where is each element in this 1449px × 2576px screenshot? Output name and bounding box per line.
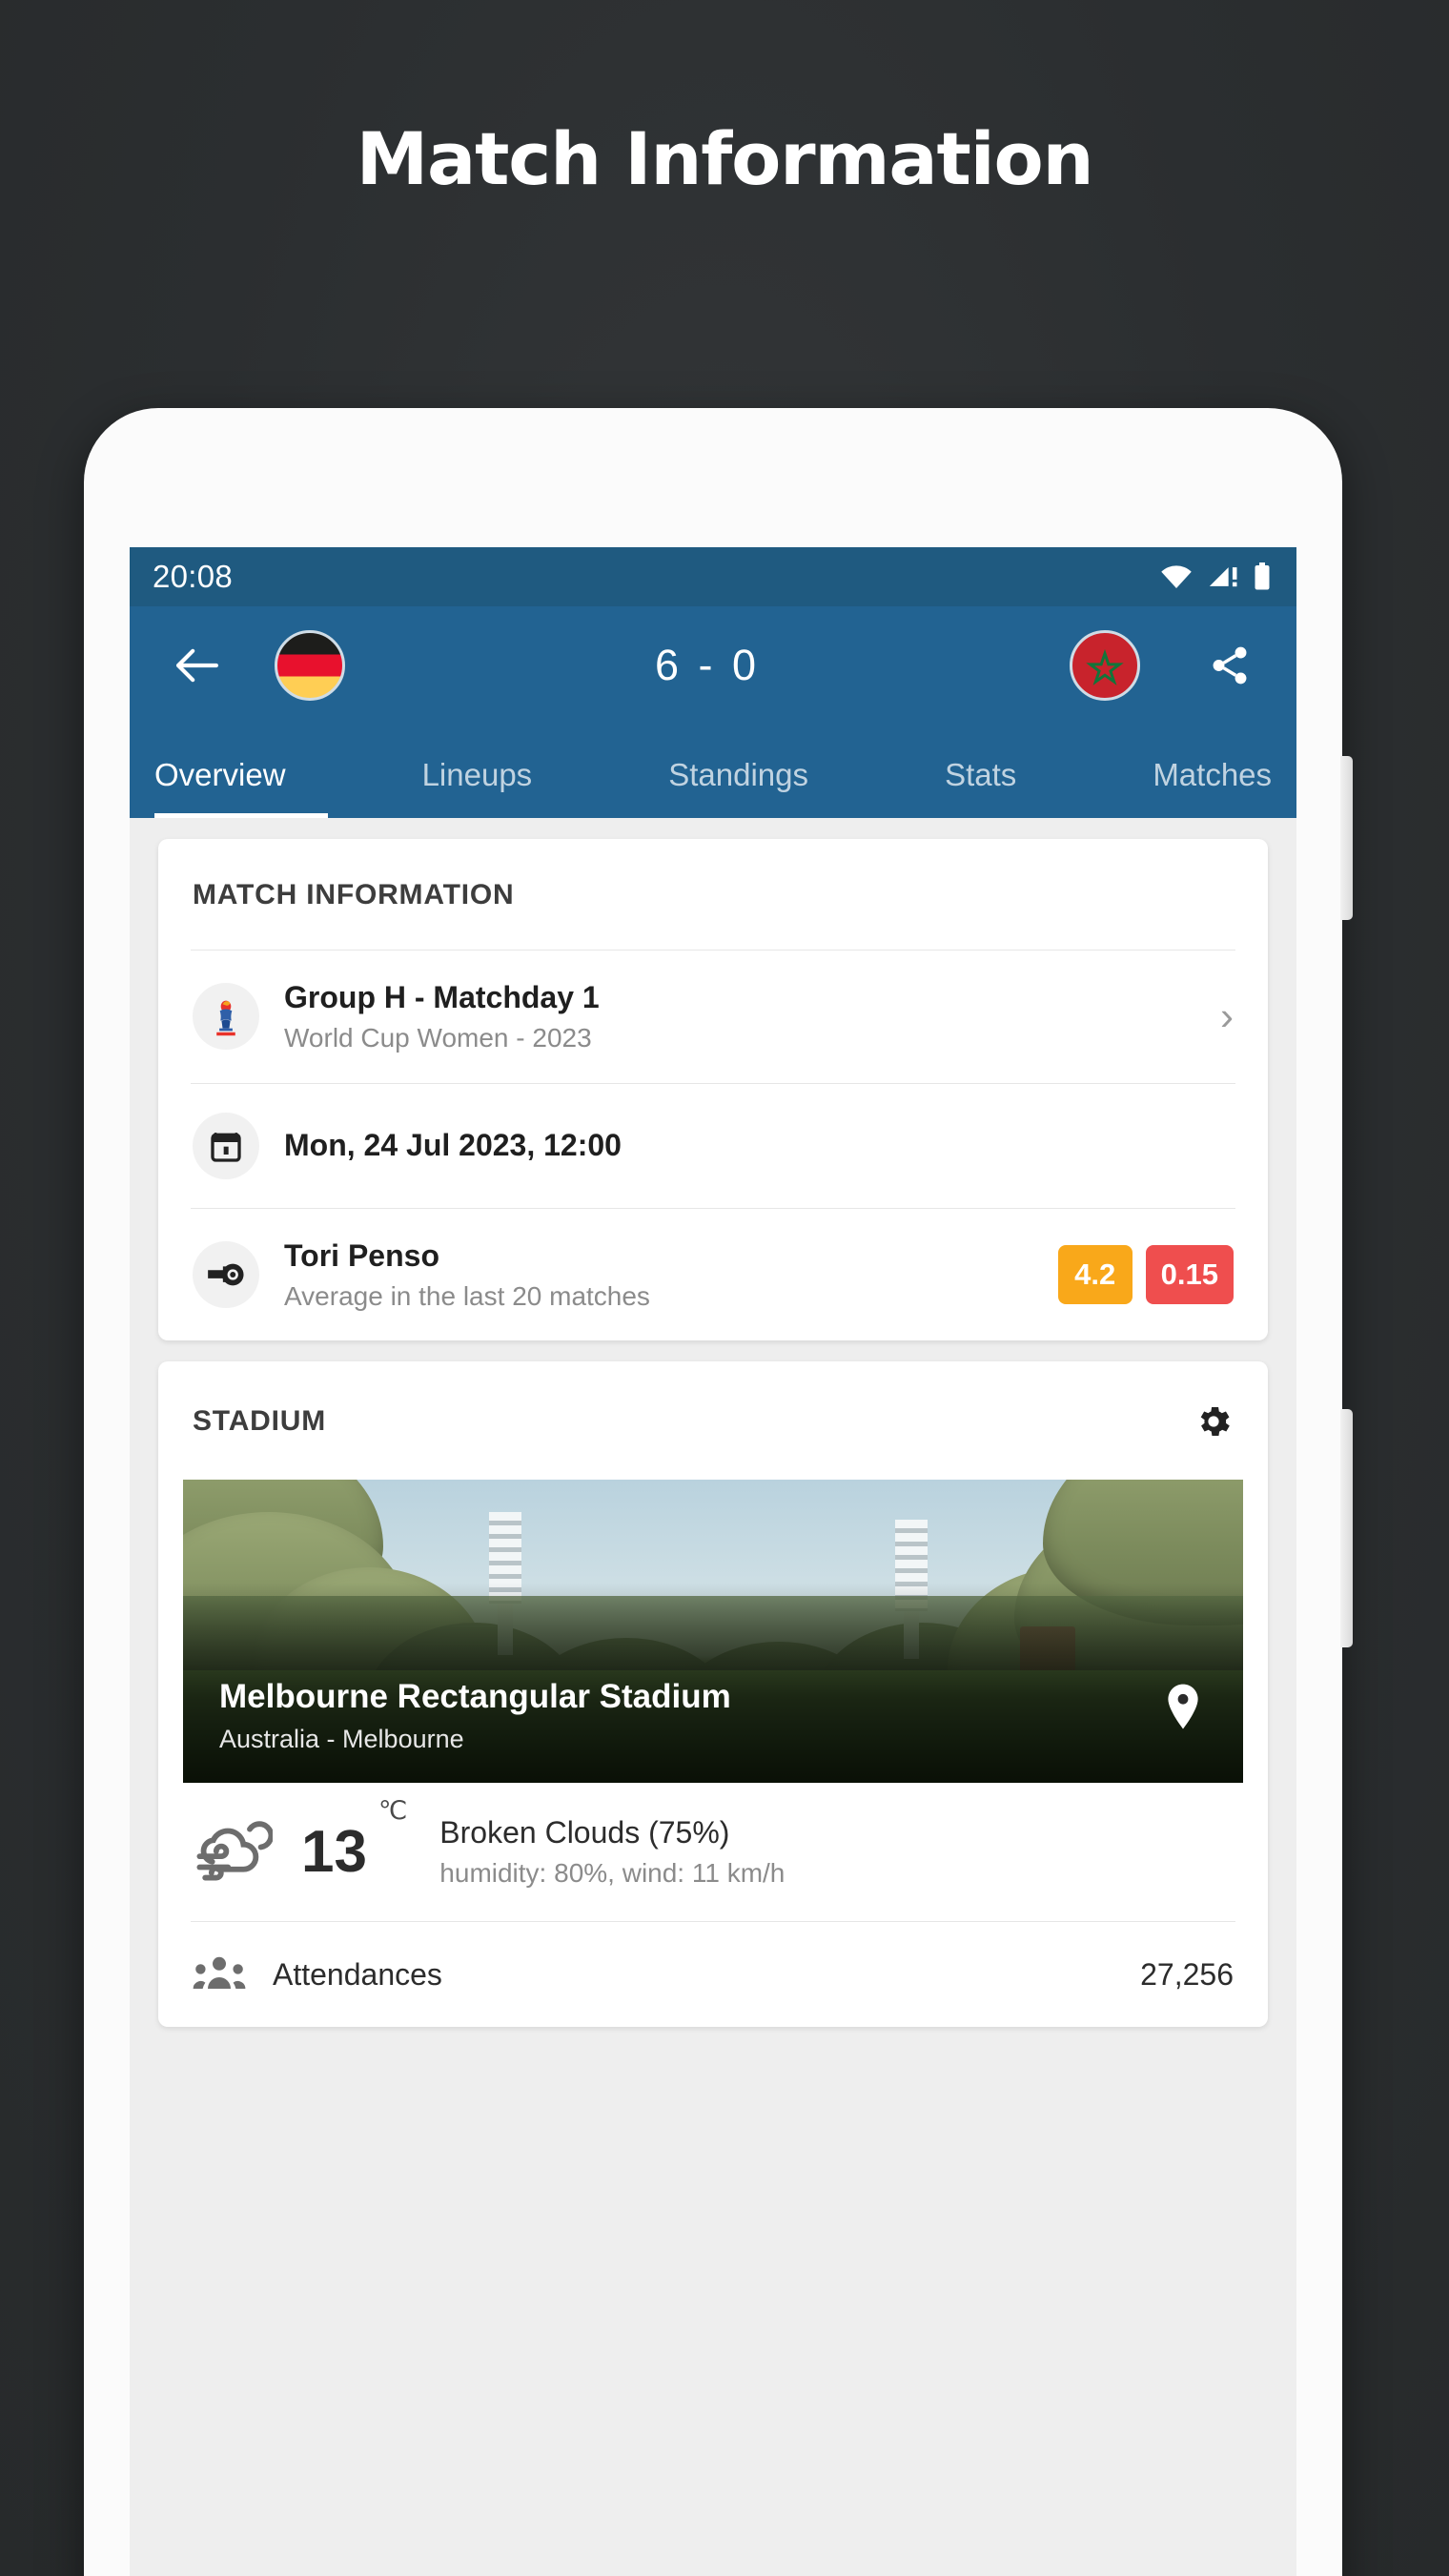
red-card-badge: 0.15 xyxy=(1145,1244,1234,1304)
weather-row: 13 ℃ Broken Clouds (75%) humidity: 80%, … xyxy=(158,1783,1268,1921)
content-scroll[interactable]: MATCH INFORMATION Group H - Matchday 1 W… xyxy=(130,839,1296,2028)
phone-mockup: 20:08 6 - 0 Overview Lineups Standings S… xyxy=(84,408,1353,2576)
attendance-value: 27,256 xyxy=(1140,1956,1234,1992)
tab-standings[interactable]: Standings xyxy=(668,757,808,818)
league-subtitle: World Cup Women - 2023 xyxy=(284,1023,592,1053)
match-datetime: Mon, 24 Jul 2023, 12:00 xyxy=(284,1128,622,1163)
match-score: 6 - 0 xyxy=(654,641,761,689)
attendance-label: Attendances xyxy=(273,1956,442,1992)
wifi-icon xyxy=(1159,563,1194,590)
page-title: Match Information xyxy=(356,116,1094,201)
league-row[interactable]: Group H - Matchday 1 World Cup Women - 2… xyxy=(158,951,1268,1083)
tab-overview[interactable]: Overview xyxy=(154,757,286,818)
stadium-header: STADIUM xyxy=(193,1405,327,1438)
phone-screen: 20:08 6 - 0 Overview Lineups Standings S… xyxy=(130,547,1296,2576)
home-team-flag[interactable] xyxy=(275,630,345,701)
attendance-row: Attendances 27,256 xyxy=(158,1922,1268,2027)
date-row: Mon, 24 Jul 2023, 12:00 xyxy=(158,1084,1268,1208)
active-tab-indicator xyxy=(154,813,328,818)
people-group-icon xyxy=(193,1952,246,1996)
weather-details: humidity: 80%, wind: 11 km/h xyxy=(439,1858,786,1889)
share-button[interactable] xyxy=(1195,631,1264,700)
stadium-location: Australia - Melbourne xyxy=(219,1725,464,1754)
away-team-flag[interactable] xyxy=(1070,630,1140,701)
app-bar: 6 - 0 Overview Lineups Standings Stats M… xyxy=(130,606,1296,818)
gear-icon[interactable] xyxy=(1194,1401,1234,1441)
power-button[interactable] xyxy=(1340,1409,1353,1647)
calendar-icon xyxy=(193,1112,259,1179)
stadium-photo[interactable]: Melbourne Rectangular Stadium Australia … xyxy=(183,1480,1243,1784)
referee-name: Tori Penso xyxy=(284,1237,439,1273)
screenshot-root: Match Information 20:08 6 - 0 Overview L… xyxy=(0,0,1449,2576)
referee-row: Tori Penso Average in the last 20 matche… xyxy=(158,1209,1268,1341)
weather-condition: Broken Clouds (75%) xyxy=(439,1815,730,1850)
league-title: Group H - Matchday 1 xyxy=(284,980,600,1014)
stadium-name: Melbourne Rectangular Stadium xyxy=(219,1678,731,1716)
battery-icon xyxy=(1253,562,1272,591)
chevron-right-icon[interactable]: › xyxy=(1220,993,1234,1039)
tab-lineups[interactable]: Lineups xyxy=(422,757,533,818)
volume-button[interactable] xyxy=(1340,756,1353,920)
referee-subtitle: Average in the last 20 matches xyxy=(284,1280,650,1311)
match-information-card: MATCH INFORMATION Group H - Matchday 1 W… xyxy=(158,839,1268,1341)
status-bar: 20:08 xyxy=(130,547,1296,606)
yellow-card-badge: 4.2 xyxy=(1057,1244,1133,1304)
location-pin-icon[interactable] xyxy=(1163,1682,1203,1731)
whistle-icon xyxy=(193,1240,259,1308)
trophy-icon xyxy=(193,983,259,1051)
cellular-signal-icon xyxy=(1207,563,1239,590)
match-information-header: MATCH INFORMATION xyxy=(193,879,515,910)
status-time: 20:08 xyxy=(153,559,234,594)
tab-bar: Overview Lineups Standings Stats Matches xyxy=(130,725,1296,818)
back-button[interactable] xyxy=(162,631,231,700)
cloud-wind-icon xyxy=(193,1818,273,1887)
stadium-card: STADIUM Melbourne Rectangular Stadium Au… xyxy=(158,1361,1268,2028)
temperature-value: 13 xyxy=(301,1818,367,1885)
tab-matches[interactable]: Matches xyxy=(1153,757,1272,818)
tab-stats[interactable]: Stats xyxy=(945,757,1016,818)
temperature-unit: ℃ xyxy=(378,1796,408,1826)
